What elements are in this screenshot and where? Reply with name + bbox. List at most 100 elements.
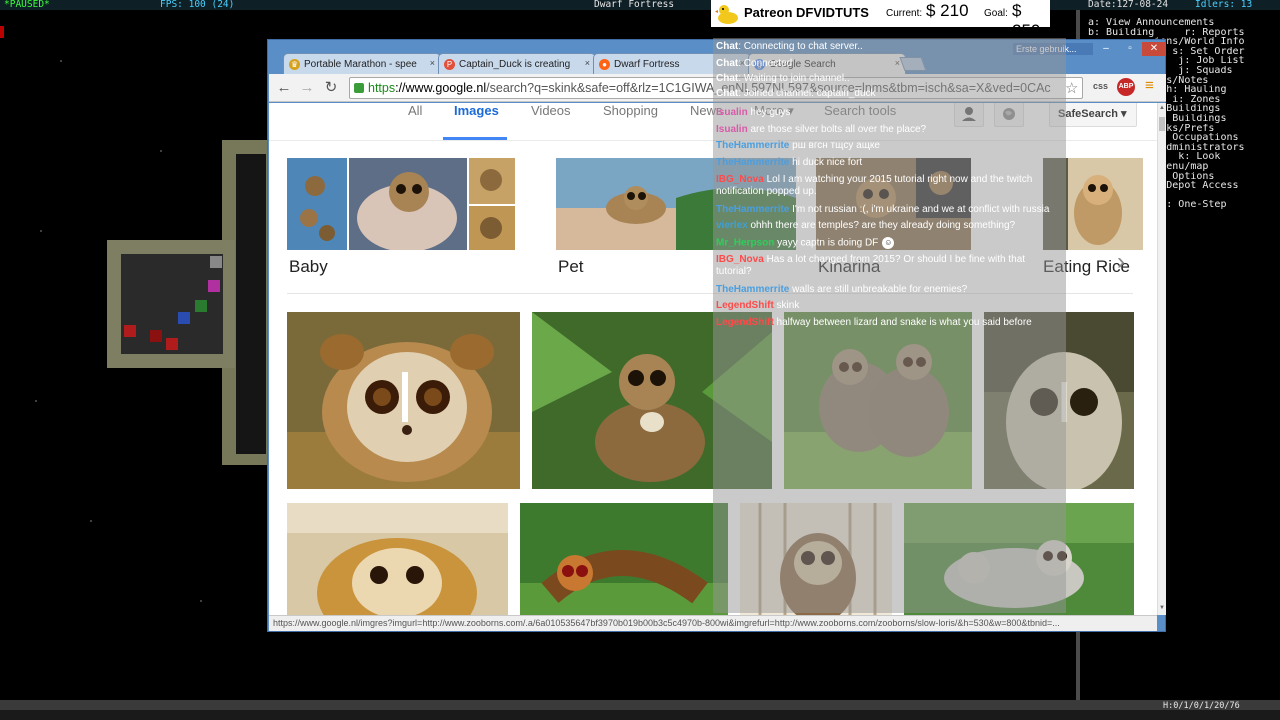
current-label: Current: (886, 8, 923, 19)
chat-username[interactable]: TheHammerrite (716, 140, 789, 151)
close-icon[interactable]: × (585, 58, 590, 68)
twitch-chat-overlay: Chat: Connecting to chat server.. Chat: C… (713, 38, 1066, 613)
current-amount: $ 210 (926, 1, 969, 20)
chrome-menu-icon[interactable]: ≡ (1145, 77, 1154, 94)
forward-arrow-icon[interactable]: → (298, 79, 316, 97)
related-label-pet[interactable]: Pet (558, 257, 584, 277)
patreon-title: Patreon DFVIDTUTS (744, 5, 869, 20)
image-result[interactable] (287, 503, 508, 615)
chat-message: Chat: Joined channel: captain_duck (716, 88, 1062, 100)
back-arrow-icon[interactable]: ← (275, 79, 293, 97)
chat-message: LegendShift skink (716, 300, 1062, 312)
chat-message: Chat: Connected (716, 58, 1062, 70)
chat-username[interactable]: TheHammerrite (716, 204, 789, 215)
image-result[interactable] (520, 503, 728, 615)
df-bottom-bar (0, 710, 1280, 720)
reload-icon[interactable]: ↻ (322, 79, 340, 97)
chat-text: : Waiting to join channel.. (738, 73, 850, 84)
chat-text: : Connecting to chat server.. (738, 41, 863, 52)
chat-message: TheHammerrite walls are still unbreakabl… (716, 284, 1062, 296)
scrollbar-thumb[interactable] (1159, 117, 1165, 131)
chat-username[interactable]: Isualin (716, 124, 748, 135)
url-scheme: https (368, 81, 396, 95)
df-idlers-count: Idlers: 13 (1195, 0, 1253, 10)
chat-text: walls are still unbreakable for enemies? (789, 284, 968, 295)
chat-text: hi duck nice fort (789, 157, 863, 168)
scroll-down-icon[interactable]: ▼ (1159, 605, 1165, 611)
chat-username[interactable]: TheHammerrite (716, 157, 789, 168)
df-menu-item: a: View Announcements (1088, 18, 1215, 28)
df-status-readout: H:0/1/0/1/20/76 (1163, 701, 1240, 711)
chat-username[interactable]: TheHammerrite (716, 284, 789, 295)
df-floor-dot (160, 150, 162, 152)
chat-username[interactable]: Chat (716, 88, 738, 99)
nav-shopping[interactable]: Shopping (603, 103, 658, 118)
chat-username[interactable]: LegendShift (716, 300, 774, 311)
chat-message: Isualin hey guys (716, 107, 1062, 119)
nav-all[interactable]: All (408, 103, 422, 118)
minimize-button[interactable]: – (1094, 42, 1118, 56)
image-result[interactable] (287, 312, 520, 489)
df-date: Date:127-08-24 (1088, 0, 1169, 10)
goal-label: Goal: (984, 8, 1008, 19)
chat-username[interactable]: Chat (716, 73, 738, 84)
nav-images[interactable]: Images (454, 103, 499, 118)
df-item (195, 300, 207, 312)
duck-icon (715, 5, 738, 24)
css-extension-icon[interactable]: css (1093, 81, 1108, 91)
chat-username[interactable]: IBG_Nova (716, 254, 764, 265)
tab-captain-duck-patreon[interactable]: P Captain_Duck is creating × (438, 53, 596, 75)
chat-text: ohhh there are temples? are they already… (747, 220, 1016, 231)
chat-username[interactable]: Mr_Herpson (716, 238, 774, 249)
scroll-up-icon[interactable]: ▲ (1159, 105, 1165, 111)
close-icon[interactable]: × (430, 58, 435, 68)
nav-videos[interactable]: Videos (531, 103, 571, 118)
maximize-button[interactable]: ▫ (1118, 42, 1142, 56)
close-window-button[interactable]: ✕ (1142, 42, 1166, 56)
patreon-icon: P (444, 59, 455, 70)
tab-portable-marathon[interactable]: ♛ Portable Marathon - spee × (283, 53, 441, 75)
df-menu-item: b: Building r: Reports (1088, 27, 1245, 38)
lock-icon (354, 83, 364, 93)
page-scrollbar[interactable]: ▲ ▼ (1157, 103, 1166, 615)
reddit-icon: ● (599, 59, 610, 70)
chat-text: : Joined channel: captain_duck (738, 88, 876, 99)
chat-username[interactable]: IBG_Nova (716, 174, 764, 185)
df-map-marker (0, 26, 4, 38)
emote-icon: ☺ (882, 237, 895, 249)
df-floor-dot (60, 60, 62, 62)
chat-text: yayy captn is doing DF (774, 237, 879, 249)
chevron-right-icon[interactable]: › (1117, 248, 1125, 276)
chat-text: I'm not russian :(, i'm ukraine and we a… (789, 204, 1050, 215)
tab-label: Portable Marathon - spee (304, 59, 417, 70)
df-item (208, 280, 220, 292)
chat-text: hey guys (747, 107, 791, 118)
df-floor-dot (40, 230, 42, 232)
chat-text: рш вгсн тщсу ащке (789, 140, 880, 151)
chat-message: Chat: Connecting to chat server.. (716, 41, 1062, 53)
goal-amount: $ 250 (1012, 1, 1041, 40)
chat-message: Mr_Herpson yayy captn is doing DF ☺ (716, 237, 1062, 250)
df-item (150, 330, 162, 342)
related-label-baby[interactable]: Baby (289, 257, 328, 277)
chat-username[interactable]: Chat (716, 58, 738, 69)
trophy-icon: ♛ (289, 59, 300, 70)
chat-message: LegendShift halfway between lizard and s… (716, 317, 1062, 329)
bookmark-star-icon[interactable]: ☆ (1065, 79, 1078, 97)
chat-message: Chat: Waiting to join channel.. (716, 73, 1062, 85)
chat-text: : Connected (738, 58, 793, 69)
df-floor-dot (35, 400, 37, 402)
adblock-plus-icon[interactable]: ABP (1117, 78, 1135, 96)
active-tab-underline (443, 137, 507, 140)
related-tile-baby[interactable] (287, 158, 515, 250)
url-host: ://www.google.nl (395, 81, 487, 95)
chat-username[interactable]: vierlex (716, 220, 748, 231)
df-item (124, 325, 136, 337)
df-item (210, 256, 222, 268)
chat-username[interactable]: Isualin (716, 107, 748, 118)
df-floor-dot (200, 600, 202, 602)
tab-label: Dwarf Fortress (614, 59, 680, 70)
df-title: Dwarf Fortress (594, 0, 675, 10)
chat-username[interactable]: LegendShift (716, 317, 774, 328)
chat-username[interactable]: Chat (716, 41, 738, 52)
